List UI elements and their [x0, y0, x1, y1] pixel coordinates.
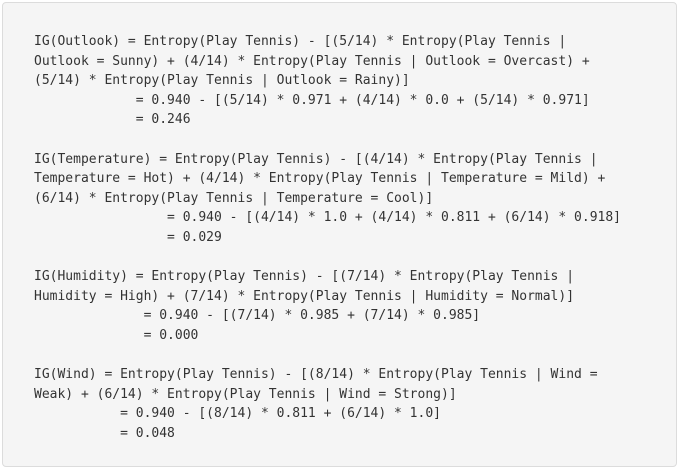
code-line: = 0.940 - [(5/14) * 0.971 + (4/14) * 0.0… [34, 92, 590, 108]
code-line: IG(Wind) = Entropy(Play Tennis) - [(8/14… [34, 367, 598, 383]
code-line: = 0.940 - [(4/14) * 1.0 + (4/14) * 0.811… [34, 210, 621, 226]
code-line: (5/14) * Entropy(Play Tennis | Outlook =… [34, 73, 410, 89]
code-line: = 0.246 [34, 112, 191, 128]
code-line: Outlook = Sunny) + (4/14) * Entropy(Play… [34, 53, 590, 69]
code-line: (6/14) * Entropy(Play Tennis | Temperatu… [34, 190, 434, 206]
code-line: = 0.048 [34, 425, 175, 441]
code-line: = 0.000 [34, 327, 199, 343]
code-line: IG(Outlook) = Entropy(Play Tennis) - [(5… [34, 34, 567, 49]
code-line: Weak) + (6/14) * Entropy(Play Tennis | W… [34, 386, 457, 402]
code-line: = 0.940 - [(8/14) * 0.811 + (6/14) * 1.0… [34, 406, 441, 422]
code-block: IG(Outlook) = Entropy(Play Tennis) - [(5… [2, 2, 677, 467]
code-line: Temperature = Hot) + (4/14) * Entropy(Pl… [34, 171, 606, 187]
code-line: IG(Temperature) = Entropy(Play Tennis) -… [34, 151, 598, 167]
code-line: = 0.940 - [(7/14) * 0.985 + (7/14) * 0.9… [34, 308, 481, 324]
code-line: = 0.029 [34, 229, 222, 245]
code-line: Humidity = High) + (7/14) * Entropy(Play… [34, 288, 575, 304]
code-line: IG(Humidity) = Entropy(Play Tennis) - [(… [34, 269, 575, 285]
